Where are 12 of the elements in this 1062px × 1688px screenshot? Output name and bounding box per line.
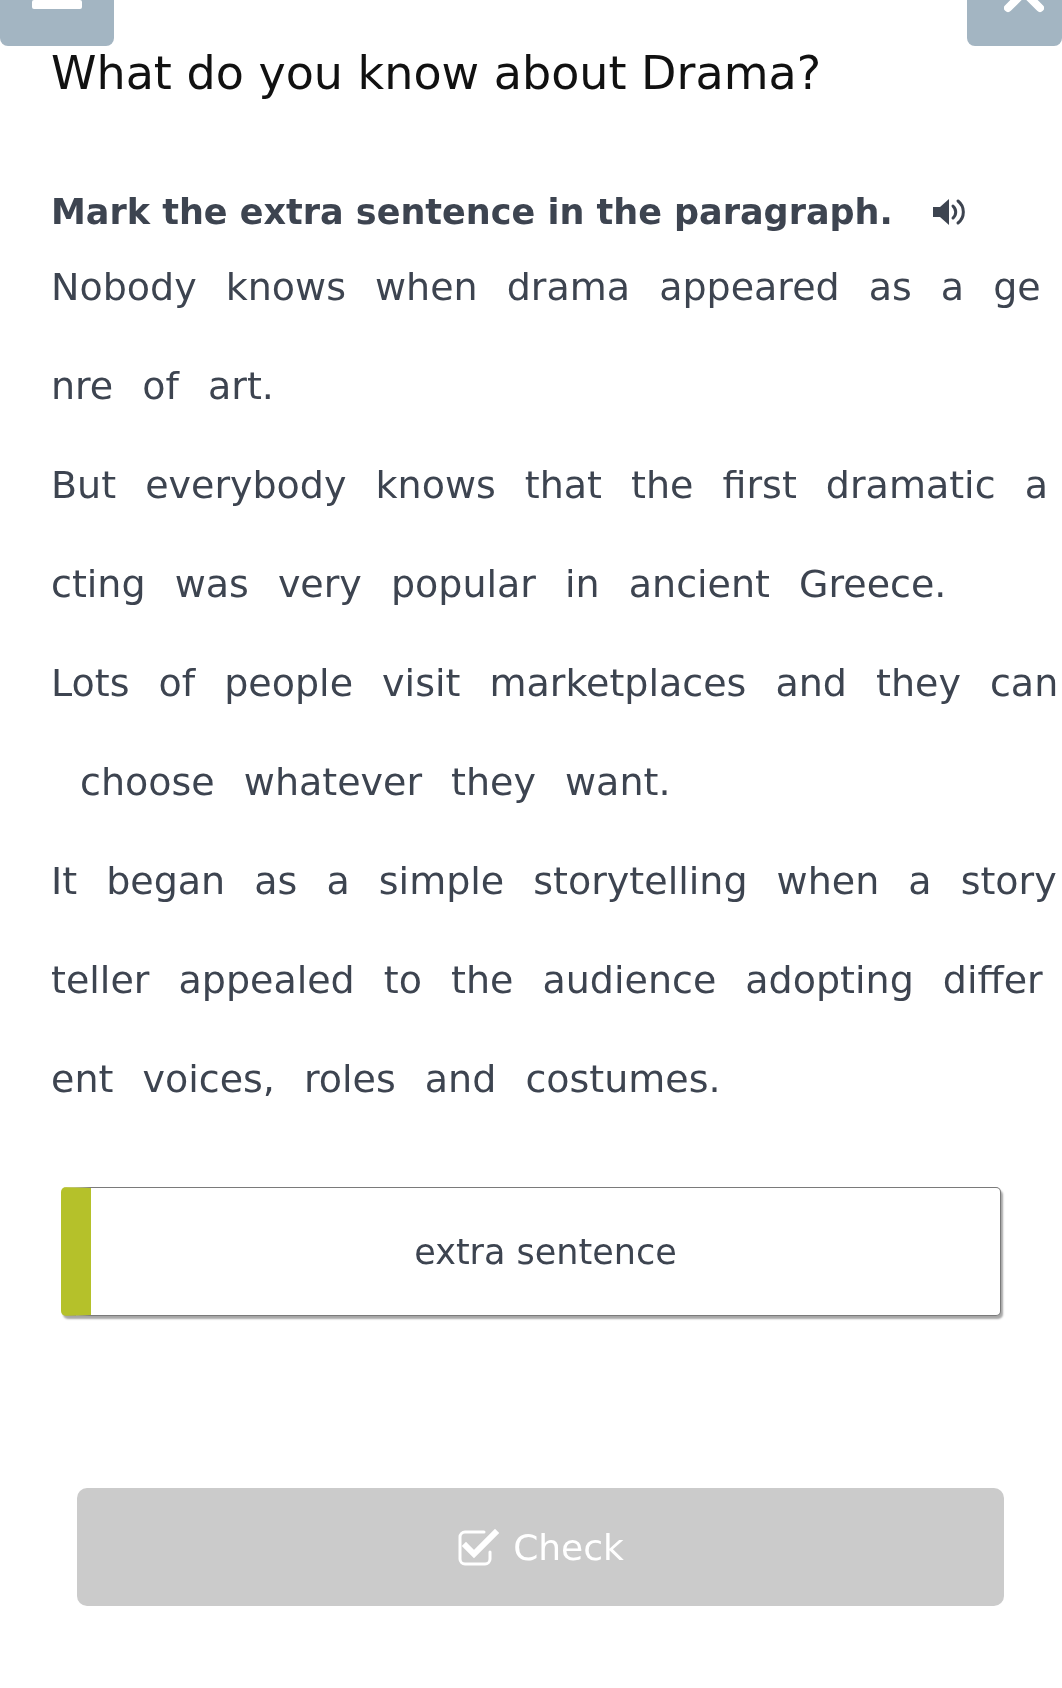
sentence[interactable]: Lots of people visit marketplaces and they can choose whatever they want. — [51, 634, 1059, 832]
checkbox-icon — [457, 1528, 500, 1566]
sentence[interactable]: But everybody knows that the first dramatic a cting was very popular in ancient Greece. — [51, 436, 1048, 634]
sentence[interactable]: It began as a simple storytelling when a story teller appealed to the audience adopting differ ent voices, roles and costumes. — [51, 832, 1057, 1129]
answer-option[interactable]: extra sentence — [61, 1187, 1001, 1316]
close-button[interactable] — [967, 0, 1062, 46]
close-icon — [1004, 0, 1044, 14]
menu-icon — [32, 0, 82, 9]
page-title: What do you know about Drama? — [50, 46, 823, 100]
sentence[interactable]: Nobody knows when drama appeared as a ge nre of art. — [51, 238, 1041, 436]
instruction-text: Mark the extra sentence in the paragraph. — [51, 192, 893, 232]
menu-button[interactable] — [0, 0, 114, 46]
